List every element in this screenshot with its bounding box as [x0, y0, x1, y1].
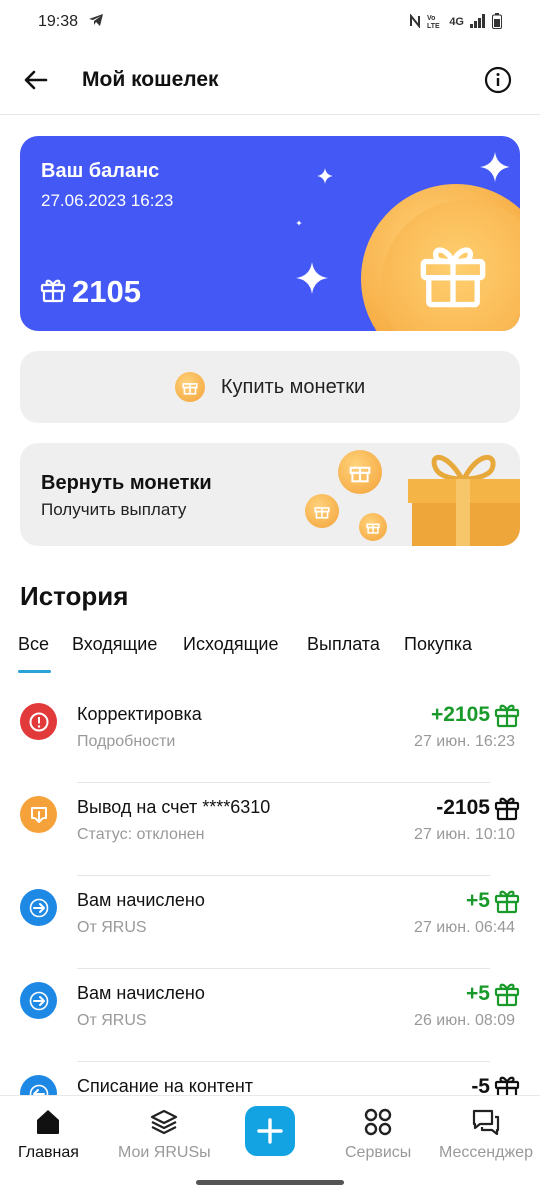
transaction-source: От ЯRUS — [77, 919, 147, 936]
coin-icon — [359, 513, 387, 541]
alert-icon — [20, 703, 57, 740]
sparkle-icon — [480, 152, 510, 182]
plus-icon — [257, 1118, 283, 1144]
gift-icon — [420, 247, 486, 308]
balance-label: Ваш баланс — [41, 160, 160, 182]
transaction-name: Корректировка — [77, 704, 202, 724]
coin-icon — [305, 494, 339, 528]
withdraw-icon — [20, 796, 57, 833]
tab-all[interactable]: Все — [18, 634, 49, 655]
transaction-row[interactable]: Вам начислено От ЯRUS +5 27 июн. 06:44 — [0, 876, 540, 969]
transaction-source: От ЯRUS — [77, 1012, 147, 1029]
transaction-name: Вам начислено — [77, 890, 205, 910]
header-divider — [0, 114, 540, 115]
telegram-icon — [88, 13, 104, 32]
sparkle-icon — [317, 168, 333, 184]
transaction-time: 27 июн. 10:10 — [414, 826, 515, 843]
transaction-time: 26 июн. 08:09 — [414, 1012, 515, 1029]
nfc-icon — [409, 12, 421, 31]
nav-messenger[interactable]: Мессенджер — [439, 1106, 533, 1162]
buy-coins-button[interactable]: Купить монетки — [20, 351, 520, 423]
back-arrow-icon[interactable] — [22, 66, 50, 94]
refund-coins-card[interactable]: Вернуть монетки Получить выплату — [20, 443, 520, 546]
transaction-amount: +2105 — [431, 703, 490, 726]
balance-amount-row: 2105 — [40, 274, 141, 310]
history-title: История — [20, 581, 129, 611]
home-icon — [32, 1106, 64, 1138]
transaction-amount-row: -2105 — [436, 795, 520, 821]
gift-icon — [494, 890, 520, 914]
transaction-name: Вам начислено — [77, 983, 205, 1003]
svg-text:LTE: LTE — [427, 23, 440, 29]
nav-services-label: Сервисы — [345, 1144, 412, 1161]
tab-incoming[interactable]: Входящие — [72, 634, 157, 655]
coin-icon — [174, 372, 205, 402]
transaction-amount-row: +2105 — [431, 702, 520, 728]
transaction-name: Вывод на счет ****6310 — [77, 797, 271, 817]
transaction-row[interactable]: Вывод на счет ****6310 Статус: отклонен … — [0, 783, 540, 876]
balance-date: 27.06.2023 16:23 — [41, 191, 174, 210]
network-type: 4G — [449, 16, 464, 28]
signal-icon — [470, 13, 486, 31]
chat-icon — [470, 1106, 502, 1138]
nav-home[interactable]: Главная — [18, 1106, 79, 1162]
nav-messenger-label: Мессенджер — [439, 1144, 533, 1161]
tab-purchase[interactable]: Покупка — [404, 634, 472, 655]
transaction-amount: -2105 — [436, 796, 490, 819]
sparkle-icon — [296, 220, 302, 226]
transaction-amount: +5 — [466, 889, 490, 912]
info-icon[interactable] — [484, 66, 512, 94]
transaction-status: Статус: отклонен — [77, 826, 205, 843]
status-icons: Vo LTE 4G — [409, 12, 502, 32]
services-grid-icon — [362, 1106, 394, 1138]
status-bar: 19:38 Vo LTE 4G — [0, 0, 540, 44]
app-header: Мой кошелек — [0, 50, 540, 112]
gift-icon — [40, 277, 66, 308]
gift-icon — [494, 983, 520, 1007]
nav-services[interactable]: Сервисы — [345, 1106, 411, 1162]
transaction-row[interactable]: Вам начислено От ЯRUS +5 26 июн. 08:09 — [0, 969, 540, 1062]
balance-card: Ваш баланс 27.06.2023 16:23 2105 — [20, 136, 520, 331]
transaction-time: 27 июн. 06:44 — [414, 919, 515, 936]
tab-payout[interactable]: Выплата — [307, 634, 380, 655]
transaction-time: 27 июн. 16:23 — [414, 733, 515, 750]
page-title: Мой кошелек — [82, 68, 219, 91]
arrow-right-icon — [20, 982, 57, 1019]
active-tab-indicator — [18, 670, 51, 673]
transaction-details-link[interactable]: Подробности — [77, 733, 175, 751]
refund-subtitle: Получить выплату — [41, 500, 187, 519]
nav-my-yarus[interactable]: Мои ЯRUSы — [118, 1106, 211, 1162]
gift-icon — [494, 797, 520, 821]
tab-outgoing[interactable]: Исходящие — [183, 634, 278, 655]
battery-icon — [492, 12, 502, 32]
history-tabs: Все Входящие Исходящие Выплата Покупка — [0, 630, 540, 674]
create-post-button[interactable] — [245, 1106, 295, 1156]
transaction-amount-row: +5 — [466, 981, 520, 1007]
status-time: 19:38 — [38, 13, 79, 30]
nav-home-label: Главная — [18, 1144, 79, 1161]
transaction-amount: +5 — [466, 982, 490, 1005]
transaction-amount-row: +5 — [466, 888, 520, 914]
coin-icon — [338, 450, 382, 494]
refund-title: Вернуть монетки — [41, 472, 212, 494]
gift-icon — [494, 704, 520, 728]
layers-icon — [148, 1106, 180, 1138]
arrow-right-icon — [20, 889, 57, 926]
transaction-row[interactable]: Корректировка Подробности +2105 27 июн. … — [0, 690, 540, 783]
balance-amount: 2105 — [72, 274, 141, 309]
sparkle-icon — [296, 262, 328, 294]
nav-my-yarus-label: Мои ЯRUSы — [118, 1144, 211, 1161]
svg-text:Vo: Vo — [427, 15, 435, 22]
transaction-name: Списание на контент — [77, 1076, 254, 1096]
buy-coins-label: Купить монетки — [220, 375, 366, 398]
home-indicator — [196, 1180, 344, 1185]
gift-box-illustration — [408, 454, 520, 546]
volte-icon: Vo LTE — [427, 13, 443, 32]
